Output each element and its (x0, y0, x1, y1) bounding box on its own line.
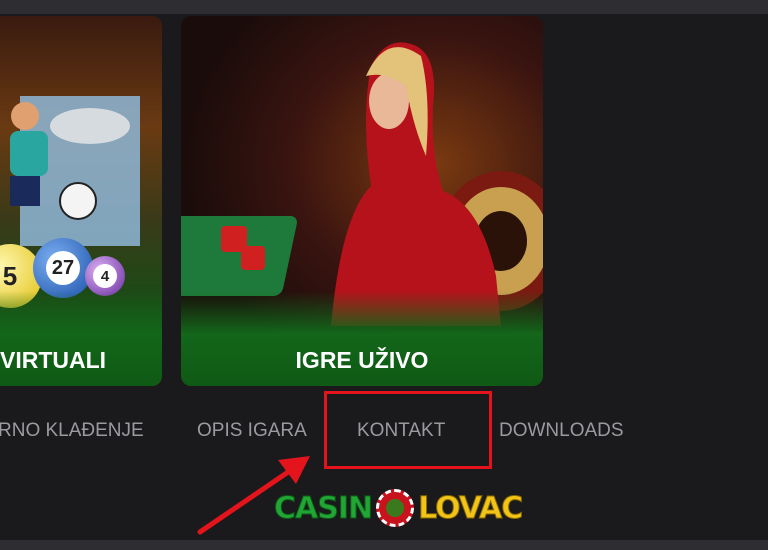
top-bar (0, 0, 768, 14)
logo-text-casin: CASIN (273, 490, 373, 526)
tile-virtuali[interactable]: 5 27 4 VIRTUALI (0, 16, 162, 386)
roulette-chip-icon (376, 489, 415, 527)
nav-item-kladjenje[interactable]: RNO KLAĐENJE (0, 420, 144, 442)
ball-27-label: 27 (46, 251, 80, 285)
nav-item-opis-igara[interactable]: OPIS IGARA (197, 420, 307, 442)
ball-4-label: 4 (93, 264, 117, 288)
tile-igre-uzivo-label: IGRE UŽIVO (295, 347, 429, 373)
nav-item-downloads[interactable]: DOWNLOADS (499, 420, 624, 442)
logo-text-lovac: LOVAC (418, 490, 524, 526)
highlight-box (324, 391, 492, 469)
tile-igre-uzivo[interactable]: IGRE UŽIVO (181, 16, 543, 386)
ball-4: 4 (85, 256, 125, 296)
bottom-bar (0, 540, 768, 550)
ball-27: 27 (33, 238, 93, 298)
tile-virtuali-label: VIRTUALI (0, 347, 107, 373)
casinolovac-logo: CASIN LOVAC (273, 486, 524, 530)
